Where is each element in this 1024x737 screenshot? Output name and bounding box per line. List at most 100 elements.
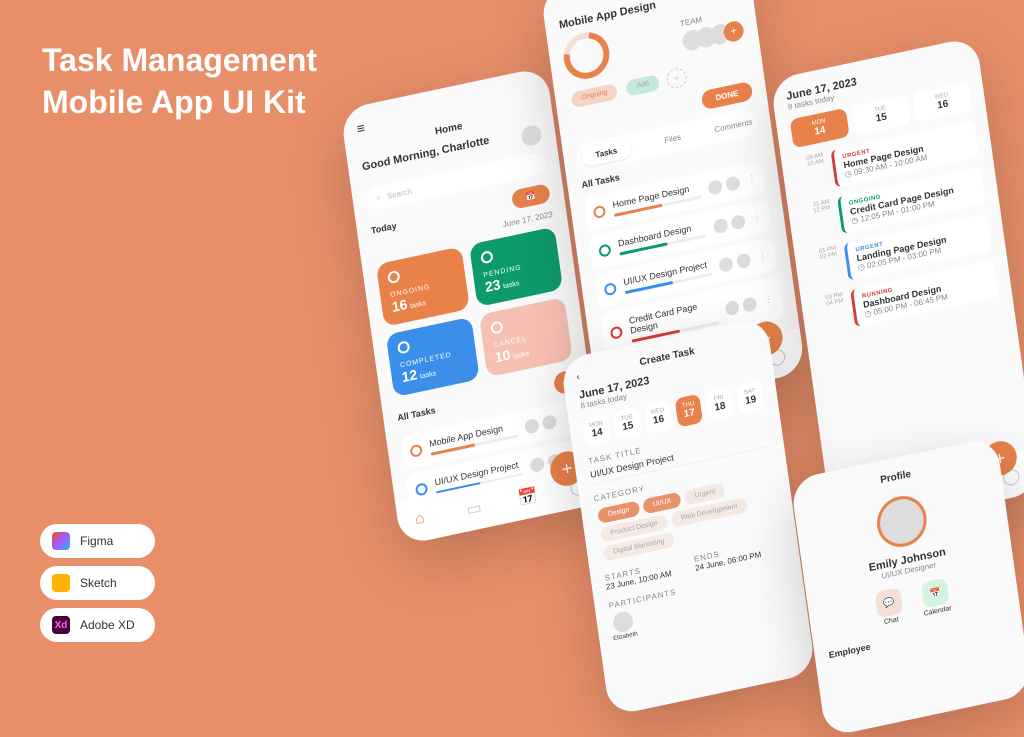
- day-num: 19: [742, 393, 761, 408]
- tab-files[interactable]: Files: [664, 133, 682, 145]
- task-status-icon: [593, 204, 606, 218]
- day-num: 18: [711, 400, 730, 415]
- day-cell[interactable]: TUE15: [851, 95, 911, 136]
- task-status-icon: [598, 243, 611, 257]
- day-cell[interactable]: WED16: [913, 82, 973, 123]
- format-badge-sketch: Sketch: [40, 566, 155, 600]
- profile-avatar[interactable]: [874, 492, 930, 552]
- calendar-button[interactable]: 📅: [511, 183, 551, 210]
- day-num: 15: [619, 419, 638, 434]
- xd-icon: Xd: [52, 616, 70, 634]
- status-unit: tasks: [503, 280, 520, 290]
- day-cell[interactable]: FRI18: [705, 387, 734, 421]
- format-label: Figma: [80, 534, 113, 548]
- day-cell[interactable]: MON14: [790, 108, 850, 149]
- day-num: 17: [680, 406, 699, 421]
- back-icon[interactable]: ‹: [576, 371, 580, 382]
- task-status-icon: [409, 443, 422, 457]
- date-chip: June 17, 2023: [502, 210, 553, 229]
- hero-title: Task Management Mobile App UI Kit: [42, 40, 317, 123]
- day-cell[interactable]: WED16: [644, 400, 673, 434]
- more-icon[interactable]: ⋮: [758, 250, 768, 263]
- status-count: 16: [391, 296, 409, 315]
- more-icon[interactable]: ⋮: [764, 293, 774, 306]
- format-badge-figma: Figma: [40, 524, 155, 558]
- hero-title-line1: Task Management: [42, 40, 317, 82]
- profile-action-chat[interactable]: 💬 Chat: [874, 587, 904, 627]
- format-label: Adobe XD: [80, 618, 135, 632]
- assignee-avatar[interactable]: [725, 175, 741, 192]
- hamburger-icon[interactable]: ≡: [356, 119, 366, 137]
- status-icon: [490, 320, 503, 334]
- tab-comments[interactable]: Comments: [714, 117, 753, 134]
- profile-action-calendar[interactable]: 📅 Calendar: [919, 577, 952, 618]
- status-unit: tasks: [420, 370, 437, 380]
- tab-tasks[interactable]: Tasks: [580, 138, 632, 167]
- status-unit: tasks: [513, 350, 530, 360]
- today-label: Today: [370, 220, 397, 235]
- task-status-icon: [610, 325, 623, 339]
- status-card-ongoing[interactable]: ONGOING16 tasks: [376, 246, 470, 327]
- category-chip[interactable]: Web Development: [670, 497, 748, 528]
- progress-ring: [555, 23, 619, 89]
- search-placeholder: Search: [386, 186, 412, 200]
- task-status-icon: [604, 281, 617, 295]
- calendar-icon: 📅: [921, 577, 950, 608]
- assignee-avatar[interactable]: [718, 256, 734, 273]
- day-cell[interactable]: TUE15: [613, 407, 642, 441]
- all-tasks-label[interactable]: All Tasks: [581, 172, 620, 190]
- status-chip: Add: [626, 74, 660, 97]
- day-num: 16: [649, 413, 668, 428]
- all-tasks-label[interactable]: All Tasks: [397, 405, 436, 423]
- time-slot: 03 PM04 PM: [815, 292, 844, 310]
- participant-avatar[interactable]: [612, 610, 634, 634]
- task-status-icon: [415, 482, 428, 496]
- assignee-avatar[interactable]: [524, 417, 540, 434]
- hero-title-line2: Mobile App UI Kit: [42, 82, 317, 124]
- status-count: 12: [401, 366, 419, 385]
- status-card-completed[interactable]: COMPLETED12 tasks: [386, 317, 480, 398]
- status-count: 10: [494, 346, 512, 365]
- nav-home-icon[interactable]: ⌂: [414, 508, 434, 530]
- day-num: 14: [588, 426, 607, 441]
- avatar[interactable]: [520, 124, 542, 148]
- nav-calendar-icon[interactable]: 📅: [517, 486, 537, 508]
- figma-icon: [52, 532, 70, 550]
- assignee-avatar[interactable]: [742, 296, 758, 313]
- search-icon: ⌕: [376, 192, 382, 203]
- format-badges: Figma Sketch Xd Adobe XD: [40, 524, 155, 642]
- status-icon: [387, 270, 400, 284]
- assignee-avatar[interactable]: [730, 213, 746, 230]
- assignee-avatar[interactable]: [736, 252, 752, 269]
- add-status-button[interactable]: +: [665, 66, 687, 90]
- day-cell[interactable]: THU17: [675, 394, 704, 428]
- assignee-avatar[interactable]: [542, 414, 558, 431]
- time-slot: 01 PM02 PM: [808, 246, 837, 264]
- status-icon: [397, 340, 410, 354]
- chat-icon: 💬: [874, 587, 903, 618]
- assignee-avatar[interactable]: [724, 299, 740, 316]
- status-unit: tasks: [410, 300, 427, 310]
- time-slot: 11 AM12 PM: [802, 199, 831, 217]
- status-count: 23: [484, 276, 502, 295]
- day-cell[interactable]: MON14: [582, 413, 611, 447]
- more-icon[interactable]: ⋮: [747, 173, 757, 186]
- done-button[interactable]: DONE: [701, 81, 754, 110]
- status-card-cancel[interactable]: CANCEL10 tasks: [479, 297, 573, 378]
- screen-title: Create Task: [639, 346, 695, 369]
- status-card-pending[interactable]: PENDING23 tasks: [469, 227, 563, 308]
- phone-profile: Profile Emily Johnson UI/UX Designer 💬 C…: [790, 436, 1024, 737]
- add-team-button[interactable]: +: [722, 19, 744, 43]
- format-badge-xd: Xd Adobe XD: [40, 608, 155, 642]
- format-label: Sketch: [80, 576, 117, 590]
- more-icon[interactable]: ⋮: [752, 211, 762, 224]
- time-slot: 09 AM10 AM: [795, 152, 824, 170]
- sketch-icon: [52, 574, 70, 592]
- status-icon: [480, 250, 493, 264]
- nav-projects-icon[interactable]: ▭: [465, 497, 485, 519]
- assignee-avatar[interactable]: [707, 178, 723, 195]
- day-cell[interactable]: SAT19: [736, 381, 765, 415]
- ongoing-chip: Ongoing: [571, 83, 619, 109]
- participant-name: Elizabeth: [613, 631, 638, 642]
- assignee-avatar[interactable]: [713, 217, 729, 234]
